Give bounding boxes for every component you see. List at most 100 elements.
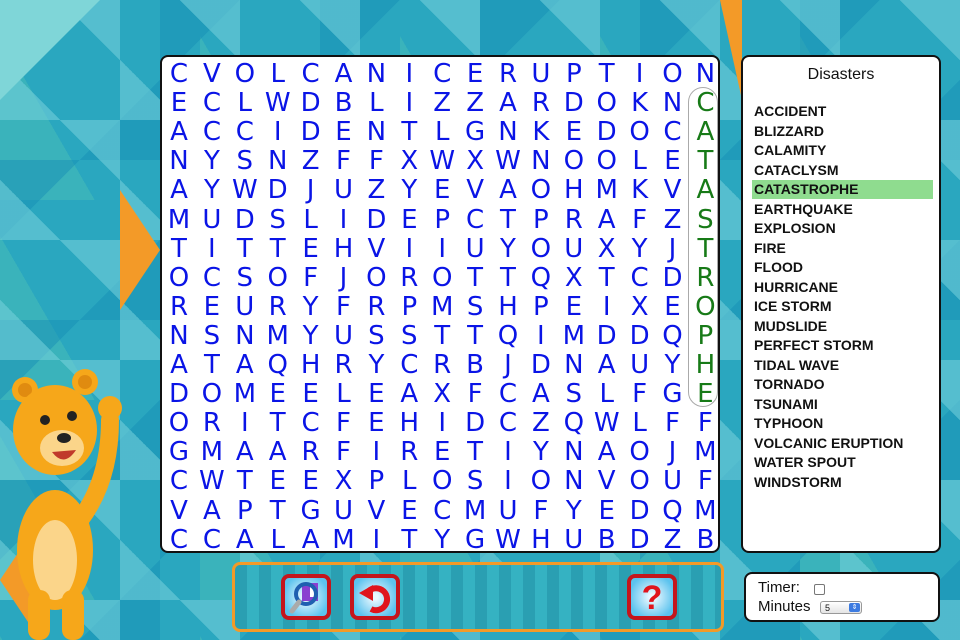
grid-letter[interactable]: I <box>492 467 524 496</box>
grid-letter[interactable]: G <box>163 438 195 467</box>
grid-letter[interactable]: N <box>558 467 590 496</box>
grid-letter[interactable]: M <box>163 205 195 235</box>
grid-letter[interactable]: D <box>525 351 557 380</box>
grid-letter[interactable]: L <box>262 60 294 89</box>
grid-letter[interactable]: C <box>459 205 491 235</box>
grid-letter[interactable]: C <box>295 409 327 438</box>
grid-letter[interactable]: X <box>591 234 623 264</box>
grid-letter[interactable]: W <box>196 467 228 496</box>
grid-letter[interactable]: R <box>426 351 458 380</box>
grid-letter[interactable]: N <box>657 89 689 118</box>
grid-letter[interactable]: N <box>558 438 590 467</box>
grid-letter[interactable]: X <box>459 147 491 176</box>
grid-letter[interactable]: J <box>657 234 689 264</box>
grid-letter[interactable]: P <box>426 205 458 235</box>
grid-letter[interactable]: F <box>360 147 392 176</box>
grid-letter[interactable]: E <box>558 118 590 147</box>
grid-letter[interactable]: Y <box>492 234 524 264</box>
grid-letter[interactable]: S <box>262 205 294 235</box>
grid-letter[interactable]: N <box>492 118 524 147</box>
grid-letter[interactable]: M <box>328 525 360 555</box>
grid-letter[interactable]: P <box>525 205 557 235</box>
grid-letter[interactable]: O <box>624 467 656 496</box>
grid-letter[interactable]: G <box>657 380 689 409</box>
grid-letter[interactable]: H <box>492 292 524 322</box>
grid-letter[interactable]: E <box>657 292 689 322</box>
grid-letter[interactable]: Q <box>492 321 524 351</box>
grid-letter[interactable]: X <box>558 263 590 293</box>
grid-letter[interactable]: D <box>558 89 590 118</box>
grid-letter[interactable]: T <box>229 234 261 264</box>
grid-letter[interactable]: Y <box>624 234 656 264</box>
grid-letter[interactable]: D <box>624 321 656 351</box>
grid-letter[interactable]: F <box>295 263 327 293</box>
grid-letter[interactable]: O <box>163 409 195 438</box>
grid-letter[interactable]: U <box>459 234 491 264</box>
grid-letter[interactable]: D <box>295 89 327 118</box>
grid-letter[interactable]: D <box>163 380 195 409</box>
grid-letter[interactable]: P <box>229 496 261 526</box>
grid-letter[interactable]: T <box>196 351 228 380</box>
grid-letter[interactable]: R <box>525 89 557 118</box>
grid-letter[interactable]: W <box>492 147 524 176</box>
grid-letter[interactable]: J <box>295 176 327 205</box>
grid-letter[interactable]: C <box>492 409 524 438</box>
grid-letter[interactable]: I <box>229 409 261 438</box>
grid-letter[interactable]: I <box>360 525 392 555</box>
grid-letter[interactable]: O <box>426 263 458 293</box>
grid-letter[interactable]: D <box>624 496 656 526</box>
grid-letter[interactable]: V <box>591 467 623 496</box>
grid-letter[interactable]: O <box>591 147 623 176</box>
grid-letter[interactable]: A <box>295 525 327 555</box>
grid-letter[interactable]: J <box>328 263 360 293</box>
grid-letter[interactable]: E <box>196 292 228 322</box>
grid-letter[interactable]: O <box>360 263 392 293</box>
grid-letter[interactable]: C <box>196 89 228 118</box>
grid-letter[interactable]: P <box>393 292 425 322</box>
grid-letter[interactable]: M <box>558 321 590 351</box>
grid-letter[interactable]: O <box>591 89 623 118</box>
grid-letter[interactable]: K <box>525 118 557 147</box>
grid-letter[interactable]: D <box>360 205 392 235</box>
grid-letter[interactable]: C <box>196 525 228 555</box>
grid-letter[interactable]: K <box>624 89 656 118</box>
grid-letter[interactable]: M <box>689 496 721 526</box>
grid-letter[interactable]: S <box>558 380 590 409</box>
grid-letter[interactable]: A <box>591 205 623 235</box>
grid-letter[interactable]: T <box>262 496 294 526</box>
grid-letter[interactable]: O <box>657 60 689 89</box>
grid-letter[interactable]: H <box>295 351 327 380</box>
grid-letter[interactable]: R <box>393 263 425 293</box>
grid-letter[interactable]: L <box>295 205 327 235</box>
grid-letter[interactable]: L <box>624 147 656 176</box>
grid-letter[interactable]: L <box>328 380 360 409</box>
grid-letter[interactable]: C <box>163 60 195 89</box>
grid-letter[interactable]: Y <box>196 176 228 205</box>
grid-letter[interactable]: Y <box>525 438 557 467</box>
grid-letter[interactable]: I <box>426 409 458 438</box>
grid-letter[interactable]: F <box>328 409 360 438</box>
grid-letter[interactable]: U <box>492 496 524 526</box>
grid-letter[interactable]: Q <box>657 496 689 526</box>
grid-letter[interactable]: P <box>558 60 590 89</box>
grid-letter[interactable]: T <box>262 234 294 264</box>
timer-checkbox[interactable] <box>814 584 825 595</box>
grid-letter[interactable]: E <box>328 118 360 147</box>
grid-letter[interactable]: M <box>262 321 294 351</box>
grid-letter[interactable]: H <box>328 234 360 264</box>
grid-letter[interactable]: E <box>295 467 327 496</box>
grid-letter[interactable]: S <box>360 321 392 351</box>
grid-letter[interactable]: H <box>558 176 590 205</box>
grid-letter[interactable]: A <box>163 176 195 205</box>
grid-letter[interactable]: I <box>591 292 623 322</box>
grid-letter[interactable]: O <box>689 292 721 322</box>
grid-letter[interactable]: U <box>229 292 261 322</box>
grid-letter[interactable]: Y <box>295 321 327 351</box>
grid-letter[interactable]: T <box>459 438 491 467</box>
grid-letter[interactable]: Y <box>393 176 425 205</box>
grid-letter[interactable]: E <box>459 60 491 89</box>
grid-letter[interactable]: E <box>295 380 327 409</box>
grid-letter[interactable]: T <box>393 525 425 555</box>
grid-letter[interactable]: A <box>492 176 524 205</box>
grid-letter[interactable]: E <box>295 234 327 264</box>
